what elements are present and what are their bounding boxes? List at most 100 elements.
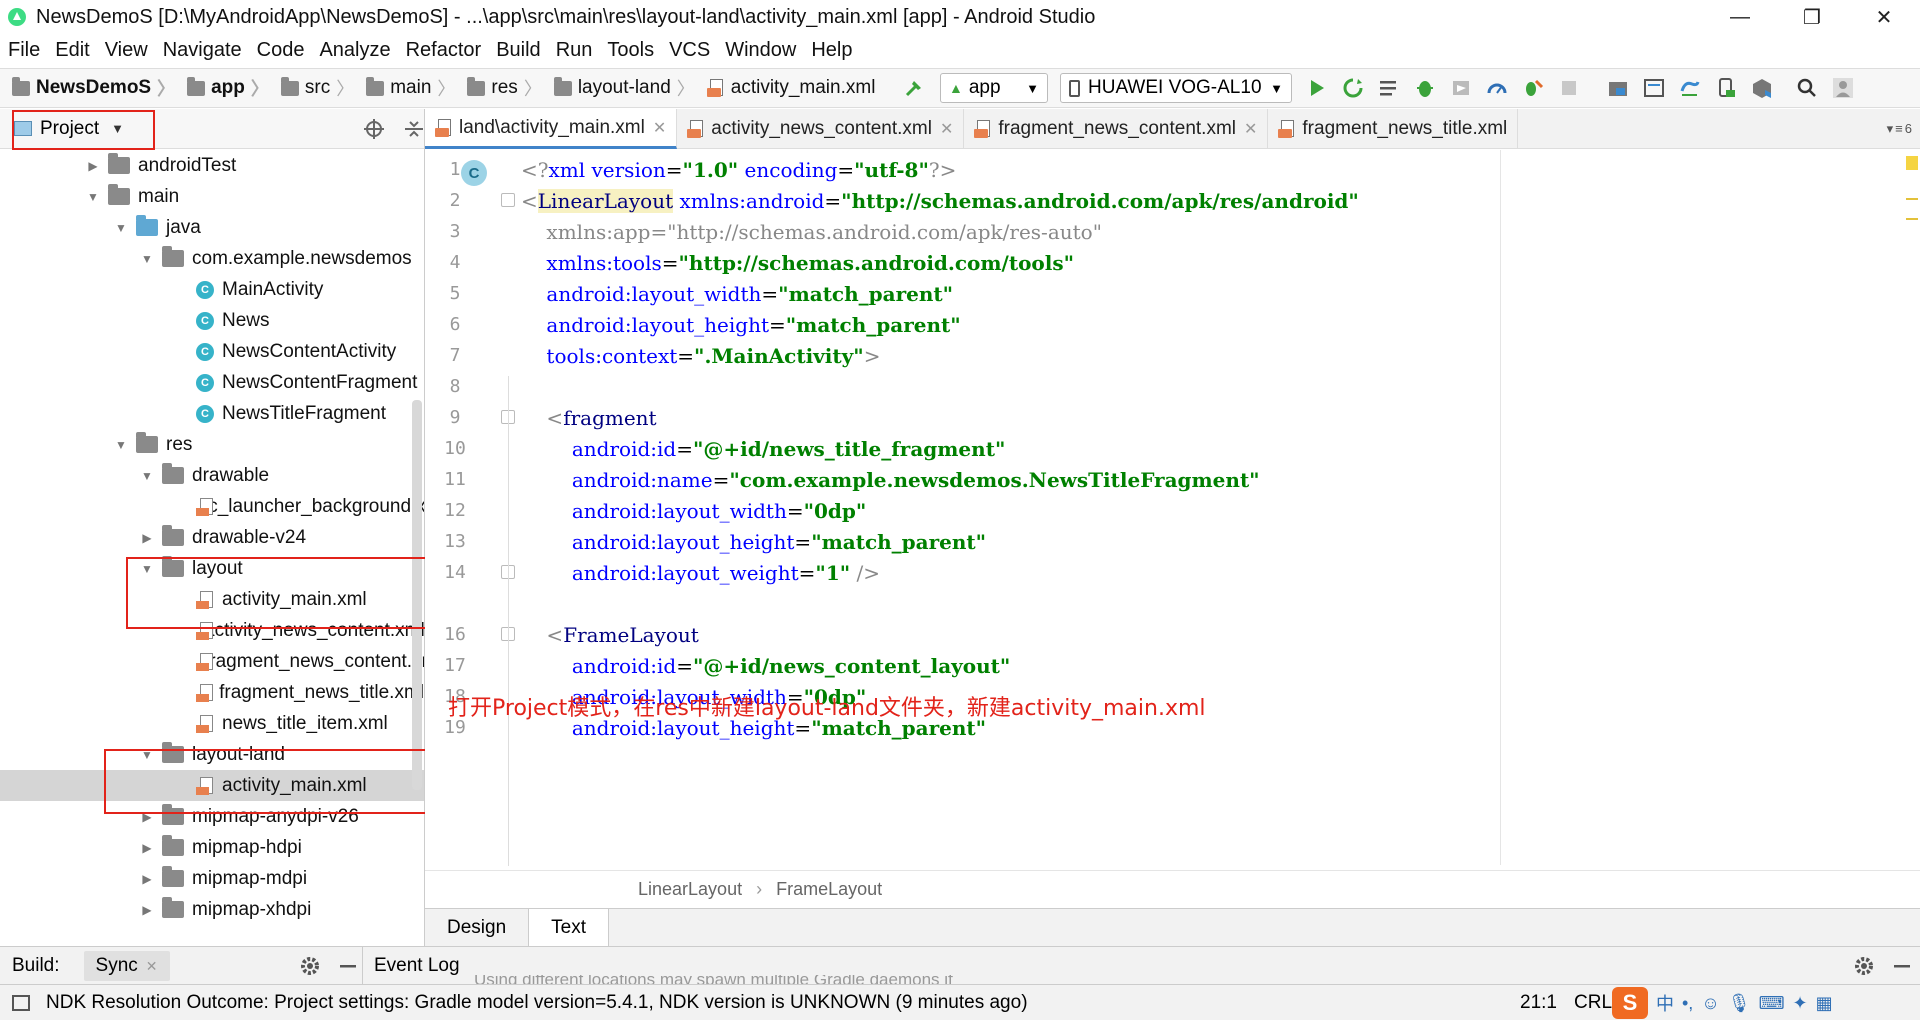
event-log-label[interactable]: Event Log (374, 955, 460, 977)
menu-window[interactable]: Window (725, 39, 796, 62)
status-message[interactable]: NDK Resolution Outcome: Project settings… (46, 992, 1028, 1014)
project-structure-icon[interactable] (1605, 75, 1631, 101)
menu-view[interactable]: View (105, 39, 148, 62)
tab-fragment-news-title[interactable]: fragment_news_title.xml (1268, 109, 1519, 149)
chevron-right-icon[interactable]: ▶ (140, 531, 154, 545)
tab-activity-news-content[interactable]: activity_news_content.xml ✕ (677, 109, 965, 149)
toggle-tool-windows-icon[interactable] (12, 994, 30, 1011)
tree-item-package[interactable]: ▼ com.example.newsdemos (0, 243, 424, 274)
tree-item-res[interactable]: ▼ res (0, 429, 424, 460)
run-icon[interactable] (1304, 75, 1330, 101)
tree-item-mipmap-xhdpi[interactable]: ▶ mipmap-xhdpi (0, 894, 424, 925)
tree-item-mainactivity[interactable]: C MainActivity (0, 274, 424, 305)
sogou-ime-icon[interactable]: S (1612, 987, 1648, 1019)
editor-breadcrumb-item[interactable]: LinearLayout (638, 879, 742, 900)
layout-editor-icon[interactable] (1641, 75, 1667, 101)
tabs-overflow[interactable]: ▾ ≡ 6 (1887, 109, 1920, 148)
menu-file[interactable]: File (8, 39, 40, 62)
tree-item-drawable[interactable]: ▼ drawable (0, 460, 424, 491)
menu-vcs[interactable]: VCS (669, 39, 710, 62)
close-button[interactable]: ✕ (1848, 0, 1920, 34)
tab-design[interactable]: Design (425, 909, 530, 947)
editor-scroll-strip[interactable] (1904, 150, 1920, 946)
hide-panel-icon[interactable] (335, 953, 361, 979)
tree-item-fragment-news-content[interactable]: fragment_news_content.xml (0, 646, 424, 677)
close-icon[interactable]: ✕ (653, 118, 666, 138)
breadcrumb-project[interactable]: NewsDemoS 〉 (0, 75, 175, 101)
tree-item-fragment-news-title[interactable]: fragment_news_title.xml (0, 677, 424, 708)
menu-edit[interactable]: Edit (55, 39, 89, 62)
skin-icon[interactable]: ✦ (1793, 993, 1808, 1014)
caret-position[interactable]: 21:1 (1520, 992, 1557, 1014)
tree-item-java[interactable]: ▼ java (0, 212, 424, 243)
apply-changes-icon[interactable] (1340, 75, 1366, 101)
breadcrumb-layout-land[interactable]: layout-land 〉 (542, 75, 695, 101)
hammer-icon[interactable] (901, 75, 927, 101)
menu-help[interactable]: Help (811, 39, 852, 62)
menu-run[interactable]: Run (556, 39, 593, 62)
maximize-button[interactable]: ❐ (1776, 0, 1848, 34)
tab-land-activity-main[interactable]: land\activity_main.xml ✕ (425, 109, 678, 149)
breadcrumb-res[interactable]: res 〉 (455, 75, 542, 101)
tree-item-news[interactable]: C News (0, 305, 424, 336)
menu-code[interactable]: Code (257, 39, 305, 62)
chevron-right-icon[interactable]: ▶ (140, 903, 154, 917)
fold-marker-icon[interactable] (501, 193, 515, 207)
chevron-down-icon[interactable]: ▼ (114, 221, 128, 235)
attach-debugger-icon[interactable] (1520, 75, 1546, 101)
class-gutter-icon[interactable]: C (461, 160, 487, 186)
chevron-right-icon[interactable]: ▶ (86, 159, 100, 173)
menu-navigate[interactable]: Navigate (163, 39, 242, 62)
ime-chinese-icon[interactable]: 中 (1656, 990, 1674, 1016)
minimize-button[interactable]: — (1704, 0, 1776, 34)
breadcrumb-file[interactable]: activity_main.xml (695, 77, 875, 99)
chevron-down-icon[interactable]: ▼ (86, 190, 100, 204)
grid-icon[interactable]: ▦ (1816, 993, 1833, 1014)
device-select[interactable]: HUAWEI VOG-AL10 ▼ (1060, 73, 1292, 103)
menu-analyze[interactable]: Analyze (319, 39, 390, 62)
tab-fragment-news-content[interactable]: fragment_news_content.xml ✕ (964, 109, 1269, 149)
list-icon[interactable] (1376, 75, 1402, 101)
hide-panel-icon[interactable] (1889, 953, 1915, 979)
settings-gear-icon[interactable] (297, 953, 323, 979)
breadcrumb-app[interactable]: app 〉 (175, 75, 269, 101)
tree-item-newstitlefragment[interactable]: C NewsTitleFragment (0, 398, 424, 429)
tree-item-drawable-v24[interactable]: ▶ drawable-v24 (0, 522, 424, 553)
close-icon[interactable]: ✕ (940, 119, 953, 139)
keyboard-icon[interactable]: ⌨ (1759, 993, 1785, 1014)
tree-item-mipmap-hdpi[interactable]: ▶ mipmap-hdpi (0, 832, 424, 863)
tree-item-main[interactable]: ▼ main (0, 181, 424, 212)
tree-item-ic-launcher-background[interactable]: ic_launcher_background.xml (0, 491, 424, 522)
code-editor[interactable]: 1 2 3 4 5 6 7 8 9 10 11 12 13 14 16 17 1… (425, 150, 1920, 866)
tree-item-androidtest[interactable]: ▶ androidTest (0, 150, 424, 181)
avd-manager-icon[interactable] (1713, 75, 1739, 101)
menu-tools[interactable]: Tools (607, 39, 654, 62)
sdk-manager-icon[interactable] (1749, 75, 1775, 101)
breadcrumb-main[interactable]: main 〉 (354, 75, 455, 101)
chevron-down-icon[interactable]: ▼ (140, 469, 154, 483)
tab-sync[interactable]: Sync ✕ (83, 950, 170, 981)
microphone-icon[interactable]: 🎙 (1728, 993, 1751, 1014)
tree-item-mipmap-mdpi[interactable]: ▶ mipmap-mdpi (0, 863, 424, 894)
search-icon[interactable] (1794, 75, 1820, 101)
ime-emoji-icon[interactable]: ☺ (1701, 993, 1719, 1014)
menu-refactor[interactable]: Refactor (406, 39, 482, 62)
tree-item-news-title-item[interactable]: news_title_item.xml (0, 708, 424, 739)
breadcrumb-src[interactable]: src 〉 (269, 75, 354, 101)
tree-item-newscontentfragment[interactable]: C NewsContentFragment (0, 367, 424, 398)
ime-punctuation-icon[interactable]: •, (1682, 993, 1693, 1014)
user-icon[interactable] (1830, 75, 1856, 101)
tab-text[interactable]: Text (529, 909, 610, 947)
editor-breadcrumb-item[interactable]: FrameLayout (776, 879, 882, 900)
menu-build[interactable]: Build (496, 39, 540, 62)
settings-gear-icon[interactable] (1851, 953, 1877, 979)
close-icon[interactable]: ✕ (1244, 119, 1257, 139)
run-config-select[interactable]: ▲ app ▼ (940, 73, 1048, 103)
profiler-icon[interactable] (1484, 75, 1510, 101)
tree-item-newscontentactivity[interactable]: C NewsContentActivity (0, 336, 424, 367)
chevron-right-icon[interactable]: ▶ (140, 872, 154, 886)
chevron-down-icon[interactable]: ▼ (114, 438, 128, 452)
locate-icon[interactable] (361, 116, 387, 142)
debug-icon[interactable] (1412, 75, 1438, 101)
coverage-icon[interactable] (1448, 75, 1474, 101)
